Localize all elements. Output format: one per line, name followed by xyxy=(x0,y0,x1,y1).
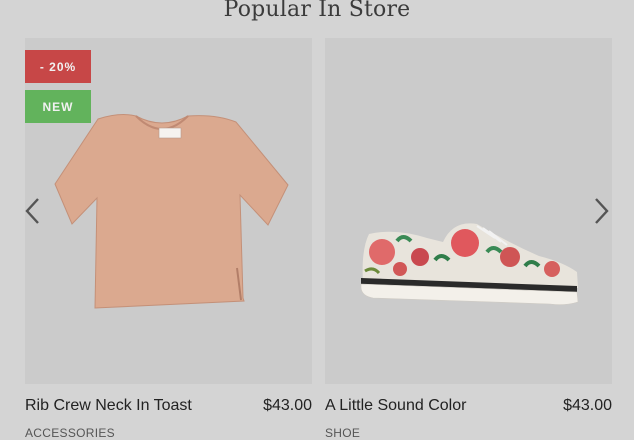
new-badge: NEW xyxy=(25,90,91,123)
product-price: $43.00 xyxy=(563,397,612,414)
chevron-left-icon[interactable] xyxy=(22,196,42,226)
section-title: Popular In Store xyxy=(223,0,411,22)
product-category[interactable]: ACCESSORIES xyxy=(25,426,115,440)
product-price: $43.00 xyxy=(263,397,312,414)
product-name[interactable]: A Little Sound Color xyxy=(325,397,466,415)
product-card[interactable]: - 20% NEW xyxy=(25,38,312,384)
product-card[interactable] xyxy=(325,38,612,384)
chevron-right-icon[interactable] xyxy=(592,196,612,226)
product-category[interactable]: SHOE xyxy=(325,426,360,440)
product-name[interactable]: Rib Crew Neck In Toast xyxy=(25,397,192,415)
discount-badge: - 20% xyxy=(25,50,91,83)
sneaker-image[interactable] xyxy=(325,38,612,384)
